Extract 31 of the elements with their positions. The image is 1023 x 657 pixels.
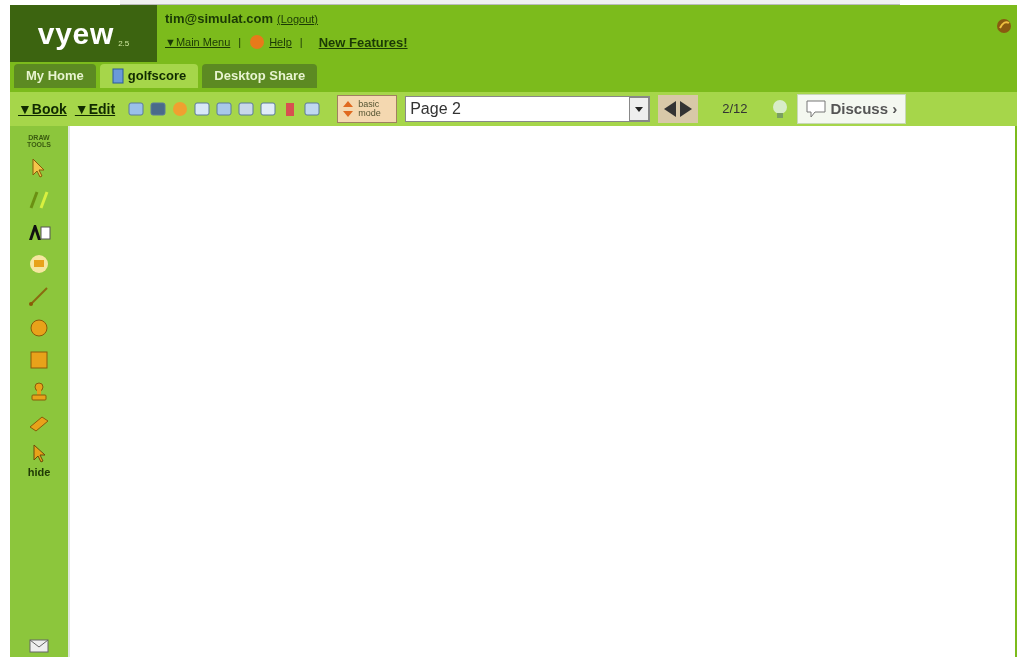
tab[interactable]: My Home [14,64,96,88]
speech-bubble-icon [806,100,827,118]
separator: | [299,35,303,50]
arrows-icon [342,100,355,118]
logo: vyew 2.5 [10,5,157,62]
circle-icon[interactable] [27,316,51,340]
mode-button[interactable]: basic mode [337,95,398,123]
help-icon [249,34,266,51]
main-menu-link[interactable]: ▼Main Menu [165,34,231,51]
envelope-icon[interactable] [29,639,49,653]
hide-label[interactable]: hide [27,464,51,481]
previous-icon[interactable] [662,99,679,119]
new-features-link[interactable]: New Features! [318,32,408,52]
note-icon[interactable] [27,252,51,276]
help-link[interactable]: Help [269,34,292,51]
discuss-button[interactable]: Discuss › [797,94,907,124]
dropdown-icon [629,97,650,121]
menu-link[interactable]: ▼Book [18,98,67,120]
tab[interactable]: Desktop Share [202,64,318,88]
page-select[interactable]: Page 2 [405,96,651,122]
bulb-icon[interactable] [771,98,790,120]
logout-link[interactable]: (Logout) [277,11,318,28]
line-icon[interactable] [27,284,51,308]
separator: | [238,35,242,50]
user-email: tim@simulat.com [165,10,274,28]
menu-link[interactable]: ▼Edit [74,98,116,120]
document-icon [111,68,124,84]
pointer-icon[interactable] [30,444,48,464]
tab[interactable]: golfscore [99,64,199,88]
page-count: 2/12 [722,100,748,119]
square-icon[interactable] [27,348,51,372]
